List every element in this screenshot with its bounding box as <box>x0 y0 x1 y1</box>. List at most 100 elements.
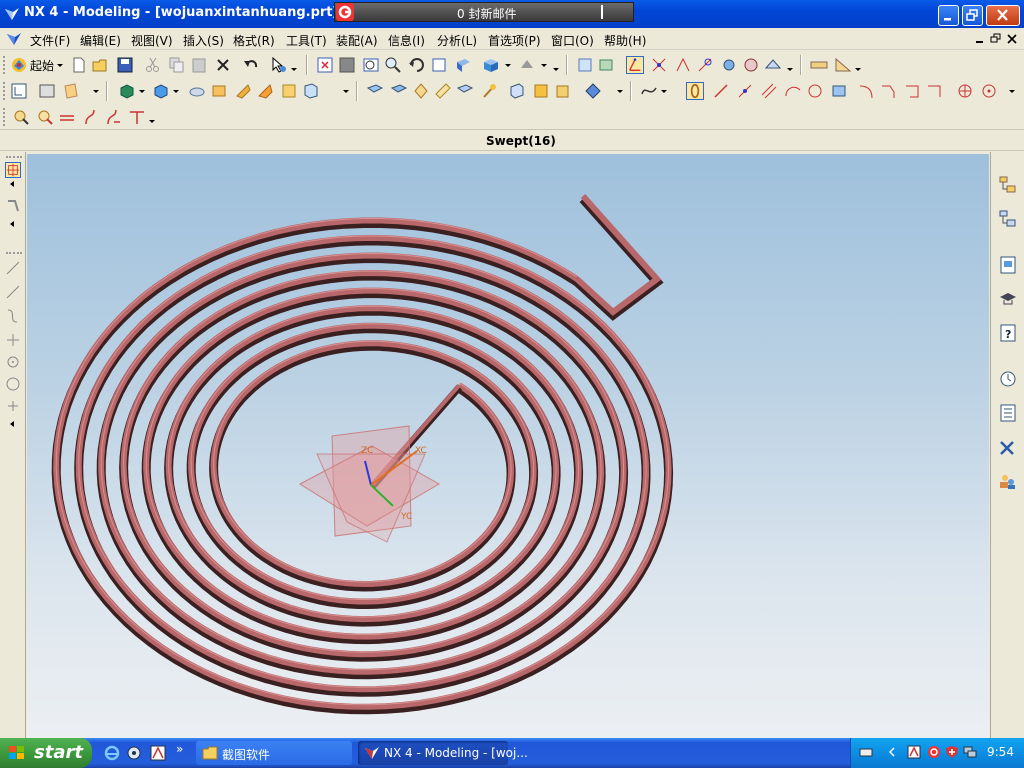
menu-preferences[interactable]: 首选项(P) <box>488 32 541 49</box>
curve-ops-dropdown-icon[interactable] <box>148 108 156 126</box>
datum-dropdown-icon[interactable] <box>92 82 100 100</box>
line-icon[interactable] <box>712 82 730 100</box>
tray-mail-icon[interactable] <box>927 745 941 759</box>
extrude-icon[interactable] <box>118 82 136 100</box>
shaded-view-icon[interactable] <box>454 56 472 74</box>
snap-point-icon[interactable] <box>626 56 644 74</box>
point-set-icon[interactable] <box>980 82 998 100</box>
task-nx-modeling[interactable]: NX 4 - Modeling - [woj... <box>358 741 528 765</box>
document-menu-icon[interactable] <box>6 31 22 47</box>
fillet-curve-icon[interactable] <box>858 82 876 100</box>
menu-file[interactable]: 文件(F) <box>30 32 70 49</box>
measure-distance-icon[interactable] <box>810 56 828 74</box>
layer-visible-icon[interactable] <box>598 56 616 74</box>
background-dropdown-icon[interactable] <box>540 56 548 74</box>
resize-face-icon[interactable] <box>554 82 572 100</box>
offset-curve-icon[interactable] <box>12 108 30 126</box>
menu-tools[interactable]: 工具(T) <box>286 32 327 49</box>
left-dropdown-icon[interactable] <box>8 420 16 428</box>
toolbar-grip[interactable] <box>3 82 6 100</box>
history-palette-icon[interactable] <box>997 254 1019 276</box>
toolbar-options-icon[interactable] <box>552 56 560 74</box>
open-file-icon[interactable] <box>92 56 110 74</box>
edit-options-icon[interactable] <box>616 82 624 100</box>
quicklaunch-overflow-icon[interactable]: » <box>176 742 183 756</box>
measure-dropdown-icon[interactable] <box>854 56 862 74</box>
tray-autocad-icon[interactable] <box>907 745 921 759</box>
line-point-icon[interactable] <box>736 82 754 100</box>
snap-line2-icon[interactable] <box>5 284 21 300</box>
menu-help[interactable]: 帮助(H) <box>604 32 646 49</box>
rotate-icon[interactable] <box>408 56 426 74</box>
snap-dropdown-icon[interactable] <box>786 56 794 74</box>
save-icon[interactable] <box>116 56 134 74</box>
snap-intersection-icon[interactable] <box>742 56 760 74</box>
copy-icon[interactable] <box>168 56 186 74</box>
measure-angle-icon[interactable] <box>834 56 852 74</box>
delete-icon[interactable] <box>214 56 232 74</box>
reposition-icon[interactable] <box>412 82 430 100</box>
point-icon[interactable] <box>956 82 974 100</box>
bridge-curve-icon[interactable] <box>36 108 54 126</box>
start-application-icon[interactable] <box>10 56 28 74</box>
fit-view-icon[interactable] <box>316 56 334 74</box>
synchronous-icon[interactable] <box>584 82 602 100</box>
mail-notice[interactable]: 0 封新邮件 <box>334 2 634 22</box>
suppress-icon[interactable] <box>456 82 474 100</box>
tray-network-icon[interactable] <box>963 745 977 759</box>
edge-blend-icon[interactable] <box>256 82 274 100</box>
tray-expand-icon[interactable] <box>887 745 897 759</box>
menu-insert[interactable]: 插入(S) <box>183 32 224 49</box>
edit-parameters-icon[interactable] <box>390 82 408 100</box>
reorder-icon[interactable] <box>434 82 452 100</box>
snap-center-icon[interactable] <box>696 56 714 74</box>
zoom-window-icon[interactable] <box>338 56 356 74</box>
menu-view[interactable]: 视图(V) <box>131 32 173 49</box>
user-roles-icon[interactable] <box>997 470 1019 492</box>
start-application-label[interactable]: 起始 <box>30 57 54 74</box>
menu-information[interactable]: 信息(I) <box>388 32 425 49</box>
intersect-icon[interactable] <box>234 82 252 100</box>
render-style-icon[interactable] <box>482 56 500 74</box>
project-curve-icon[interactable] <box>58 108 76 126</box>
move-face-icon[interactable] <box>508 82 526 100</box>
snap-line-icon[interactable] <box>5 260 21 276</box>
start-button[interactable]: start <box>0 738 92 768</box>
curve-options-icon[interactable] <box>1008 82 1016 100</box>
curve-spline-icon[interactable] <box>640 82 658 100</box>
snap-existing-icon[interactable] <box>764 56 782 74</box>
features-options-icon[interactable] <box>342 82 350 100</box>
associative-icon[interactable] <box>686 82 704 100</box>
snap-circle-icon[interactable] <box>5 376 21 392</box>
part-navigator-icon[interactable] <box>10 82 28 100</box>
left-dropdown-icon[interactable] <box>8 180 16 188</box>
extrude-dropdown-icon[interactable] <box>138 82 146 100</box>
rectangle-icon[interactable] <box>830 82 848 100</box>
part-navigator-tab-icon[interactable] <box>997 208 1019 230</box>
assembly-navigator-icon[interactable] <box>997 174 1019 196</box>
chamfer-icon[interactable] <box>280 82 298 100</box>
cut-icon[interactable] <box>144 56 162 74</box>
unite-icon[interactable] <box>188 82 206 100</box>
doc-minimize-icon[interactable] <box>974 33 986 45</box>
snap-quadrant-icon[interactable] <box>720 56 738 74</box>
select-filter-icon[interactable] <box>270 56 288 74</box>
arc-icon[interactable] <box>784 82 802 100</box>
trim-curve-icon[interactable] <box>926 82 944 100</box>
menu-assembly[interactable]: 装配(A) <box>336 32 378 49</box>
doc-close-icon[interactable] <box>1006 33 1018 45</box>
menu-format[interactable]: 格式(R) <box>233 32 275 49</box>
selection-filter-icon[interactable] <box>5 162 21 178</box>
tray-security-icon[interactable] <box>945 745 959 759</box>
roles-icon[interactable] <box>997 288 1019 310</box>
system-materials-icon[interactable] <box>997 402 1019 424</box>
select-dropdown-icon[interactable] <box>290 56 298 74</box>
history-clock-icon[interactable] <box>997 368 1019 390</box>
grip-tool-icon[interactable] <box>5 198 21 214</box>
snap-midpoint-icon[interactable] <box>674 56 692 74</box>
chamfer-curve-icon[interactable] <box>880 82 898 100</box>
layer-settings-icon[interactable] <box>576 56 594 74</box>
process-studio-icon[interactable] <box>997 438 1019 460</box>
paste-icon[interactable] <box>190 56 208 74</box>
media-player-icon[interactable] <box>126 745 142 761</box>
